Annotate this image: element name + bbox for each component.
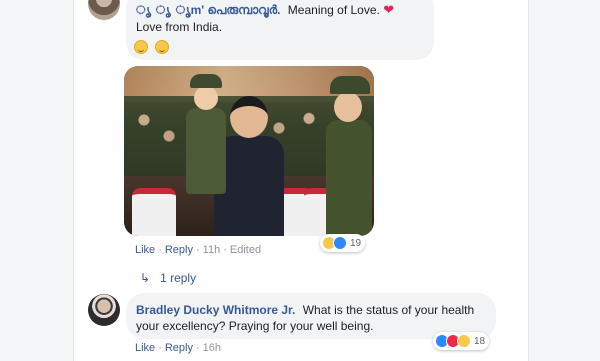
replies-count: 1 reply [160, 271, 197, 285]
reaction-summary[interactable]: 18 [433, 332, 490, 350]
timestamp[interactable]: 16h [203, 342, 221, 354]
photo-soldier [326, 76, 372, 236]
view-replies-link[interactable]: ↳ 1 reply [140, 271, 196, 285]
avatar[interactable] [88, 294, 120, 326]
like-link[interactable]: Like [135, 244, 155, 256]
edited-label[interactable]: Edited [230, 244, 261, 256]
photo-seat [132, 188, 176, 236]
timestamp[interactable]: 11h [203, 244, 221, 256]
reaction-summary[interactable]: 19 [320, 234, 366, 252]
haha-reaction-icon [457, 334, 471, 348]
separator: · [158, 244, 162, 256]
reaction-count: 19 [350, 237, 362, 249]
right-gutter [528, 0, 600, 361]
left-gutter [0, 0, 74, 361]
reply-arrow-icon: ↳ [140, 271, 151, 285]
emoji-row [134, 38, 171, 55]
separator: · [195, 342, 200, 354]
comment-author-link[interactable]: Bradley Ducky Whitmore Jr. [136, 303, 295, 317]
photo-child [184, 74, 228, 194]
comment-text-line2: Love from India. [136, 20, 223, 34]
separator: · [158, 342, 162, 354]
heart-emoji-icon: ❤ [383, 2, 395, 17]
reply-link[interactable]: Reply [165, 342, 193, 354]
separator: · [223, 244, 227, 256]
comment-line: ൃ ൃ ൃm' പെരുമ്പാവൂർ. Meaning of Love. ❤ [136, 2, 394, 18]
comment-photo[interactable] [124, 66, 374, 236]
reaction-count: 18 [474, 335, 486, 347]
comment-text: Meaning of Love. [287, 3, 380, 17]
avatar[interactable] [88, 0, 120, 20]
comment-line: Bradley Ducky Whitmore Jr. What is the s… [136, 302, 490, 334]
comment-actions: Like · Reply · 16h [135, 342, 221, 354]
grinning-face-icon [154, 40, 169, 55]
grinning-face-icon [134, 40, 148, 55]
like-link[interactable]: Like [135, 342, 155, 354]
like-reaction-icon [333, 236, 347, 250]
comment-author-link[interactable]: ൃ ൃ ൃm' പെരുമ്പാവൂർ. [136, 3, 280, 17]
reply-link[interactable]: Reply [165, 244, 193, 256]
comment-actions: Like · Reply · 11h · Edited [135, 244, 261, 256]
separator: · [195, 244, 200, 256]
